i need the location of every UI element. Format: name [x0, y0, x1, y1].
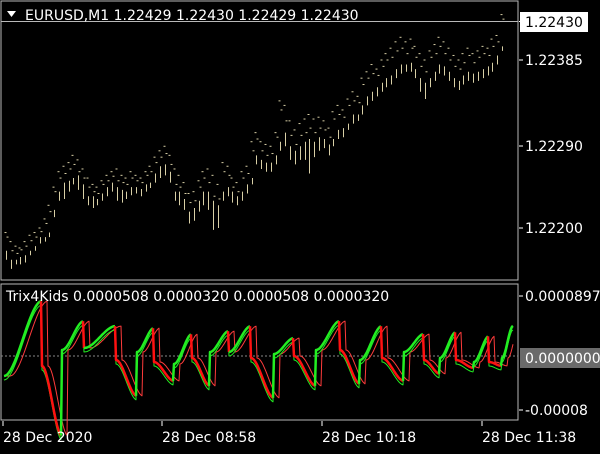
- time-label: 28 Dec 2020: [3, 430, 92, 446]
- indicator-title: Trix4Kids 0.0000508 0.0000320 0.0000508 …: [5, 289, 389, 305]
- trading-terminal: EURUSD,M1 1.22429 1.22430 1.22429 1.2243…: [0, 0, 600, 450]
- indicator-top-label: 0.0000897: [525, 289, 600, 305]
- price-tick-label: 1.22290: [525, 139, 583, 155]
- time-label: 28 Dec 08:58: [162, 430, 256, 446]
- price-tick-label: 1.22385: [525, 53, 583, 69]
- time-label: 28 Dec 10:18: [322, 430, 416, 446]
- trix-down-segment: [226, 331, 231, 353]
- indicator-bottom-label: -0.00008: [525, 403, 588, 419]
- current-price-label: 1.22430: [525, 15, 583, 31]
- chart-canvas: EURUSD,M1 1.22429 1.22430 1.22429 1.2243…: [0, 0, 600, 450]
- price-tick-label: 1.22200: [525, 221, 583, 237]
- time-label: 28 Dec 11:38: [482, 430, 576, 446]
- background: [0, 0, 600, 450]
- symbol-title: EURUSD,M1 1.22429 1.22430 1.22429 1.2243…: [25, 8, 359, 24]
- indicator-zero-label: 0.0000000: [525, 351, 600, 367]
- trix-down-segment: [81, 321, 86, 349]
